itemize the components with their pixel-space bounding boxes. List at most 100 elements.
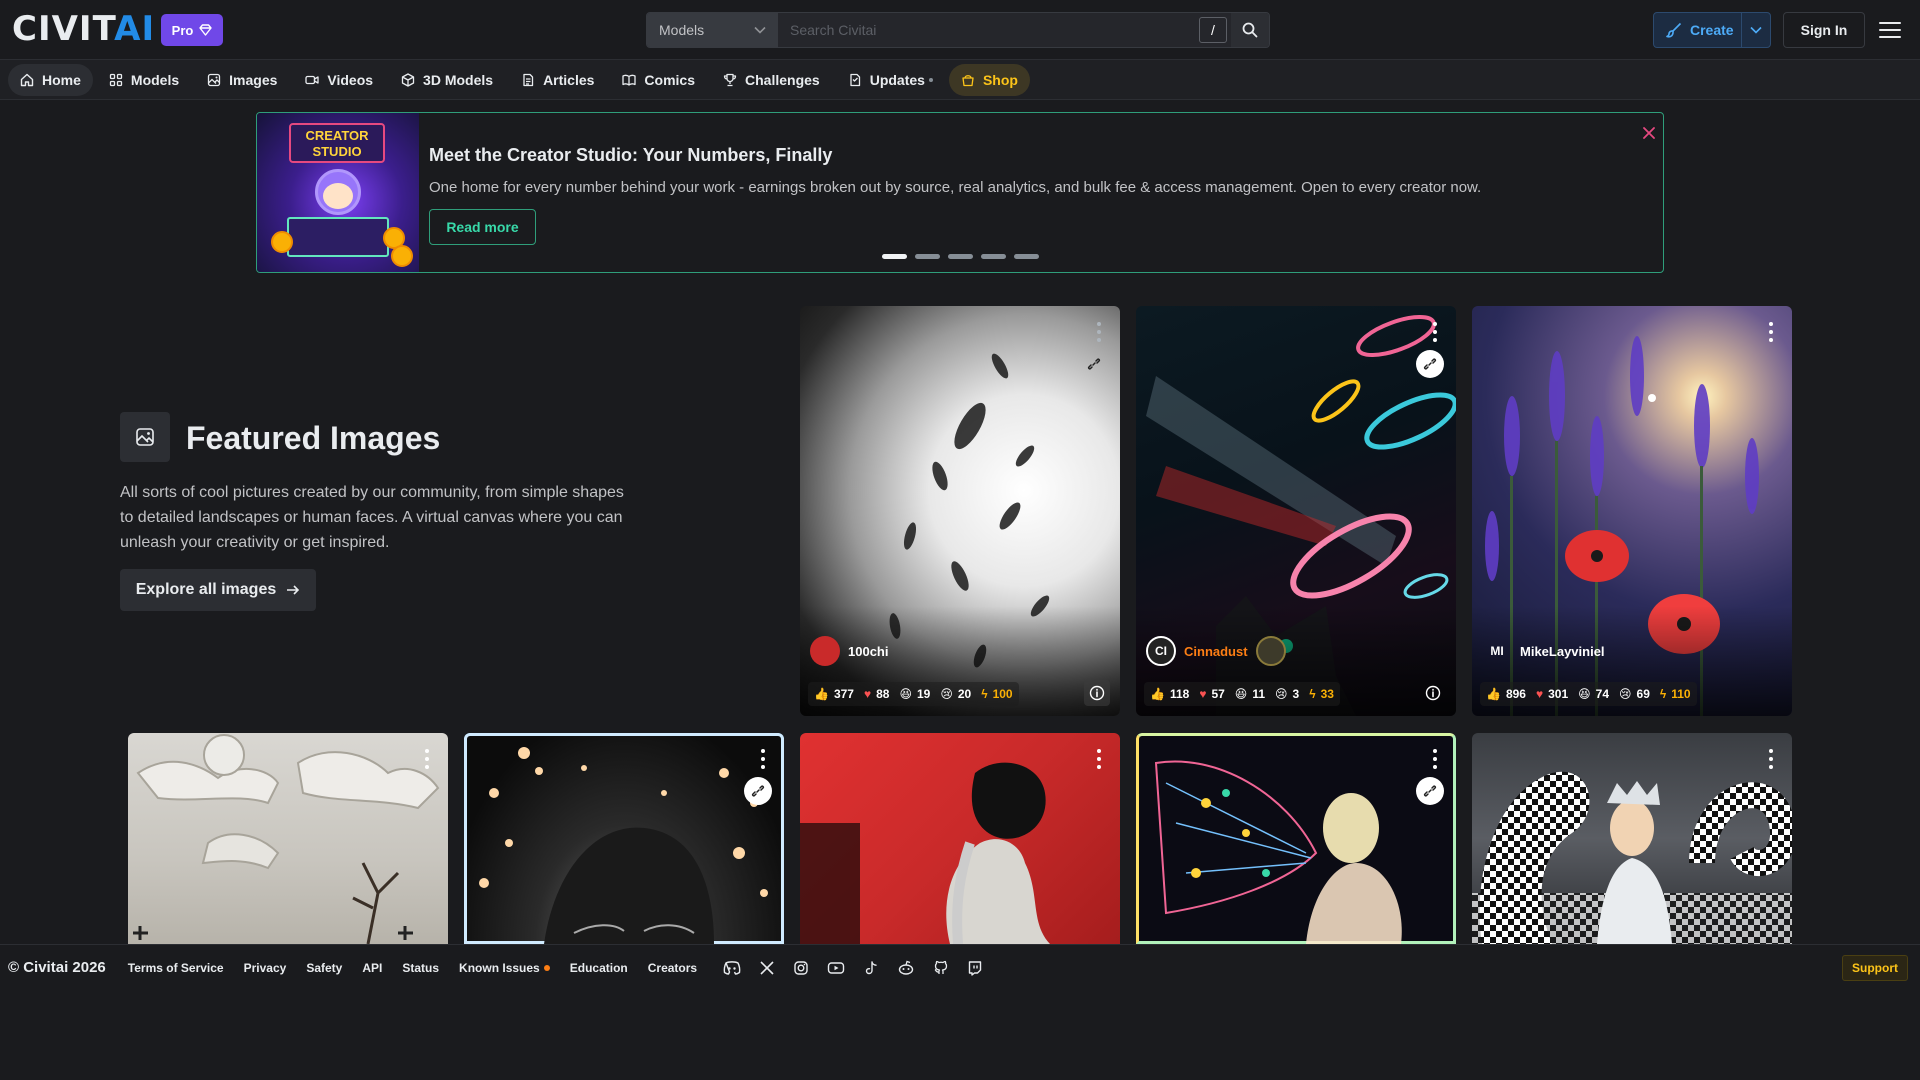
nav-item-models[interactable]: Models — [97, 64, 191, 96]
footer-link-creators[interactable]: Creators — [648, 961, 697, 975]
nav-item-3d-models[interactable]: 3D Models — [389, 64, 505, 96]
reaction-like[interactable]: 👍 377 — [814, 687, 854, 701]
image-card[interactable] — [128, 733, 448, 944]
sign-in-button[interactable]: Sign In — [1783, 12, 1865, 48]
card-menu-icon[interactable] — [1768, 322, 1774, 342]
create-button[interactable]: Create — [1653, 12, 1771, 48]
username: 100chi — [848, 643, 889, 659]
laugh-icon: 😆 — [1578, 687, 1591, 701]
search-button[interactable] — [1231, 13, 1269, 47]
reaction-heart[interactable]: ♥ 301 — [1536, 687, 1568, 701]
card-user[interactable]: MI MikeLayviniel — [1482, 636, 1604, 666]
reddit-icon[interactable] — [897, 960, 915, 976]
nav-item-shop[interactable]: Shop — [948, 63, 1030, 96]
discord-icon[interactable] — [723, 960, 741, 976]
reaction-laugh[interactable]: 😆 11 — [1235, 687, 1265, 701]
heart-count: 57 — [1211, 687, 1225, 701]
create-menu-toggle[interactable] — [1742, 26, 1770, 34]
explore-all-images-button[interactable]: Explore all images — [120, 569, 316, 611]
card-user[interactable]: 100chi — [810, 636, 888, 666]
link-icon[interactable] — [1080, 350, 1108, 378]
support-button[interactable]: Support — [1842, 955, 1908, 981]
card-menu-icon[interactable] — [1432, 749, 1438, 769]
card-menu-icon[interactable] — [1096, 322, 1102, 342]
nav-item-home[interactable]: Home — [8, 63, 93, 96]
footer-link-label: Known Issues — [459, 960, 540, 975]
card-user[interactable]: CI Cinnadust — [1146, 636, 1286, 666]
pro-badge[interactable]: Pro — [161, 14, 223, 46]
nav-item-updates[interactable]: Updates — [836, 64, 945, 96]
info-icon[interactable] — [1420, 680, 1446, 706]
heart-icon: ♥ — [863, 687, 872, 701]
reaction-buzz[interactable]: ϟ 110 — [1660, 687, 1691, 701]
image-card[interactable]: MI MikeLayviniel 👍 896 ♥ 301 😆 74 😢 69 ϟ 110 — [1472, 306, 1792, 716]
footer-link-status[interactable]: Status — [402, 961, 439, 975]
reaction-heart[interactable]: ♥ 88 — [864, 687, 889, 701]
civitai-logo[interactable]: CIVITAI — [12, 12, 155, 46]
banner-title: Meet the Creator Studio: Your Numbers, F… — [429, 145, 833, 165]
nav-item-videos[interactable]: Videos — [293, 64, 385, 96]
instagram-icon[interactable] — [793, 960, 809, 976]
footer-link-terms[interactable]: Terms of Service — [128, 961, 224, 975]
read-more-button[interactable]: Read more — [429, 209, 536, 245]
footer-link-education[interactable]: Education — [570, 961, 628, 975]
card-menu-icon[interactable] — [1768, 749, 1774, 769]
footer-link-api[interactable]: API — [362, 961, 382, 975]
reaction-cry[interactable]: 😢 3 — [1275, 687, 1299, 701]
slide-dot[interactable] — [1014, 254, 1039, 259]
reaction-heart[interactable]: ♥ 57 — [1199, 687, 1224, 701]
info-icon[interactable] — [1084, 680, 1110, 706]
thumbs-up-icon: 👍 — [1486, 687, 1501, 701]
reaction-buzz[interactable]: ϟ 33 — [1309, 687, 1334, 701]
footer-link-privacy[interactable]: Privacy — [244, 961, 287, 975]
nav-item-comics[interactable]: Comics — [610, 64, 707, 96]
announcement-banner: CREATOR STUDIO Meet the Creator Studio: … — [256, 112, 1664, 273]
footer-link-safety[interactable]: Safety — [306, 961, 342, 975]
image-card[interactable]: CI Cinnadust 👍 118 ♥ 57 😆 11 😢 3 ϟ 33 — [1136, 306, 1456, 716]
github-icon[interactable] — [933, 960, 949, 976]
slide-dot[interactable] — [948, 254, 973, 259]
search-input[interactable] — [778, 13, 1199, 47]
reaction-laugh[interactable]: 😆 19 — [899, 687, 930, 701]
card-menu-icon[interactable] — [1432, 322, 1438, 342]
tiktok-icon[interactable] — [863, 960, 879, 976]
image-card[interactable] — [1472, 733, 1792, 944]
link-icon[interactable] — [744, 777, 772, 805]
link-icon[interactable] — [1416, 777, 1444, 805]
nav-item-images[interactable]: Images — [195, 64, 289, 96]
slide-dot[interactable] — [915, 254, 940, 259]
slide-dot[interactable] — [882, 254, 907, 259]
reaction-laugh[interactable]: 😆 74 — [1578, 687, 1609, 701]
reaction-cry[interactable]: 😢 20 — [940, 687, 971, 701]
reaction-like[interactable]: 👍 118 — [1150, 687, 1189, 701]
username: Cinnadust — [1184, 643, 1248, 659]
basket-icon — [961, 73, 975, 87]
footer-link-known-issues[interactable]: Known Issues — [459, 961, 550, 975]
link-icon[interactable] — [1416, 350, 1444, 378]
create-main-button[interactable]: Create — [1654, 13, 1742, 47]
chevron-down-icon — [1750, 26, 1762, 34]
thumbs-up-icon: 👍 — [814, 687, 829, 701]
twitch-icon[interactable] — [967, 960, 983, 976]
heart-icon: ♥ — [1199, 687, 1207, 701]
image-card[interactable] — [464, 733, 784, 944]
slide-dot[interactable] — [981, 254, 1006, 259]
search-type-select[interactable]: Models — [647, 13, 778, 47]
reaction-buzz[interactable]: ϟ 100 — [981, 687, 1012, 701]
x-icon[interactable] — [759, 960, 775, 976]
laugh-icon: 😆 — [1234, 687, 1248, 701]
card-menu-icon[interactable] — [760, 749, 766, 769]
image-card[interactable] — [800, 733, 1120, 944]
image-card[interactable]: 100chi 👍 377 ♥ 88 😆 19 😢 20 ϟ 100 — [800, 306, 1120, 716]
close-icon[interactable] — [1641, 125, 1657, 141]
cube-icon — [401, 72, 415, 87]
image-card[interactable] — [1136, 733, 1456, 944]
nav-item-challenges[interactable]: Challenges — [711, 64, 832, 96]
card-menu-icon[interactable] — [1096, 749, 1102, 769]
reaction-like[interactable]: 👍 896 — [1486, 687, 1526, 701]
reaction-cry[interactable]: 😢 69 — [1619, 687, 1650, 701]
hamburger-menu-icon[interactable] — [1879, 20, 1901, 40]
youtube-icon[interactable] — [827, 960, 845, 976]
nav-item-articles[interactable]: Articles — [509, 64, 606, 96]
card-menu-icon[interactable] — [424, 749, 430, 769]
